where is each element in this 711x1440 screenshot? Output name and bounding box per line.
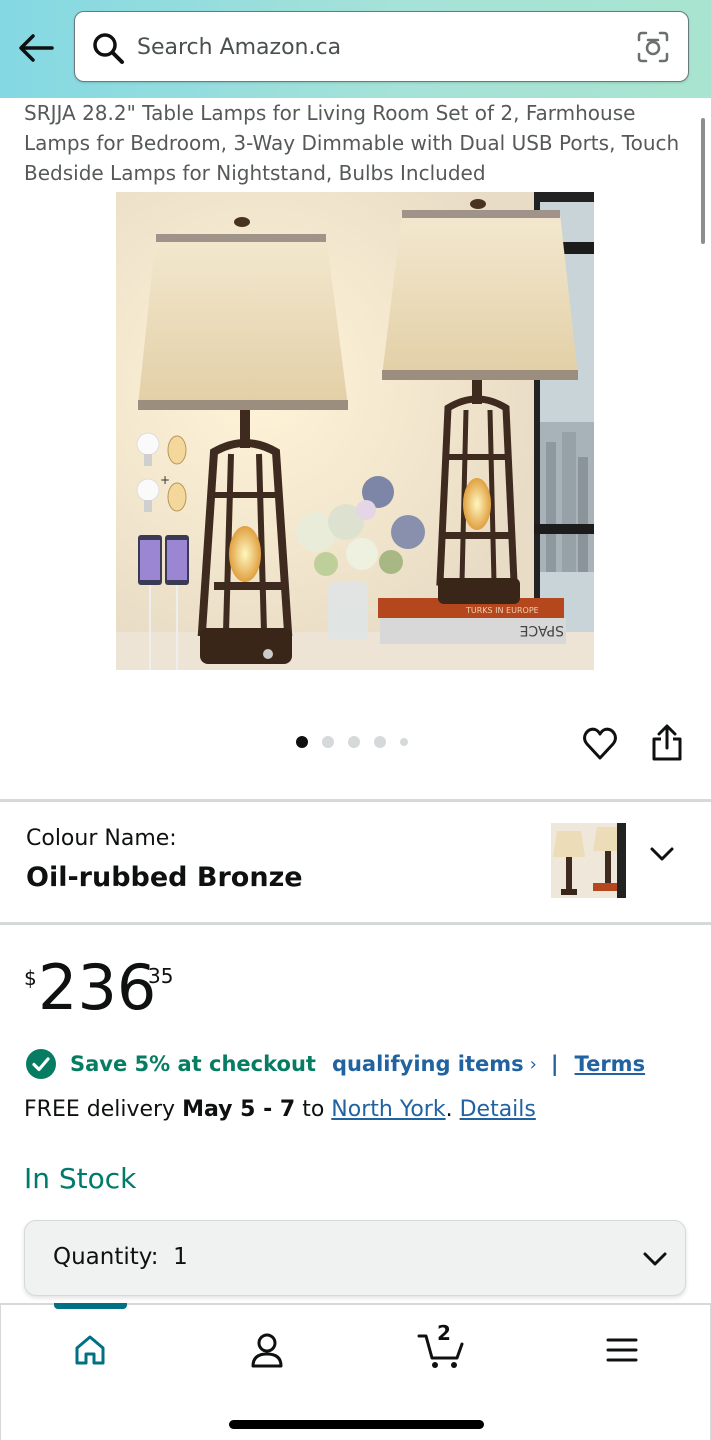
delivery-prefix: FREE delivery [24, 1097, 183, 1122]
share-icon[interactable] [650, 724, 684, 762]
account-icon [251, 1333, 283, 1368]
terms-link[interactable]: Terms [575, 1052, 646, 1076]
carousel-dot[interactable] [322, 736, 334, 748]
nav-cart[interactable]: 2 [417, 1321, 467, 1373]
checkmark-circle-icon [26, 1049, 56, 1079]
carousel-dot[interactable] [296, 736, 308, 748]
colour-label: Colour Name: [26, 826, 177, 851]
top-header: Search Amazon.ca [0, 0, 711, 98]
product-title[interactable]: SRJJA 28.2" Table Lamps for Living Room … [24, 98, 694, 188]
menu-icon [606, 1338, 638, 1362]
carousel-dot[interactable] [348, 736, 360, 748]
home-indicator[interactable] [229, 1420, 484, 1429]
colour-swatch-thumbnail[interactable] [551, 823, 626, 898]
chevron-down-icon[interactable] [648, 840, 676, 868]
promo-save-text: Save 5% at checkout [70, 1052, 316, 1076]
chevron-right-icon: › [529, 1053, 537, 1075]
price-currency: $ [24, 966, 37, 990]
wishlist-heart-icon[interactable] [582, 726, 618, 762]
delivery-info: FREE delivery May 5 - 7 to North York. D… [24, 1097, 536, 1122]
delivery-to: to [295, 1097, 332, 1122]
carousel-dots [296, 736, 408, 748]
cart-count-badge: 2 [437, 1321, 451, 1345]
qualifying-items-link[interactable]: qualifying items [332, 1052, 524, 1076]
delivery-space [453, 1097, 460, 1122]
section-divider [0, 922, 711, 925]
stock-status: In Stock [24, 1162, 137, 1195]
back-arrow-icon[interactable] [16, 28, 56, 68]
quantity-value: 1 [173, 1244, 188, 1270]
carousel-dot[interactable] [374, 736, 386, 748]
colour-value: Oil-rubbed Bronze [26, 862, 303, 893]
search-icon [93, 33, 124, 64]
delivery-dates: May 5 - 7 [182, 1097, 296, 1122]
search-input[interactable]: Search Amazon.ca [74, 11, 689, 82]
search-placeholder: Search Amazon.ca [137, 35, 342, 60]
delivery-location-link[interactable]: North York [331, 1097, 445, 1122]
price-fraction: 35 [148, 964, 174, 988]
bottom-nav: 2 [0, 1303, 711, 1440]
svg-text:+: + [160, 473, 170, 487]
scrollbar[interactable] [701, 118, 705, 244]
product-image[interactable]: + TURKS IN EUROPE SPACE [116, 192, 594, 670]
active-tab-indicator [54, 1303, 127, 1309]
promo-separator: | [550, 1052, 559, 1076]
delivery-details-link[interactable]: Details [460, 1097, 536, 1122]
nav-account[interactable] [242, 1327, 292, 1373]
book-text-1: TURKS IN EUROPE [465, 606, 539, 615]
quantity-dropdown[interactable]: Quantity: 1 [24, 1220, 686, 1296]
delivery-period: . [445, 1097, 453, 1122]
promo-row: Save 5% at checkout qualifying items › |… [26, 1048, 645, 1080]
quantity-label-text: Quantity: [53, 1244, 159, 1270]
chevron-down-icon [643, 1252, 667, 1266]
carousel-dot[interactable] [400, 738, 408, 746]
camera-search-icon[interactable] [636, 30, 670, 64]
home-icon [75, 1335, 105, 1365]
price-whole: 236 [38, 951, 157, 1024]
book-text-2: SPACE [520, 622, 564, 638]
section-divider [0, 799, 711, 802]
nav-home[interactable] [65, 1327, 115, 1373]
quantity-label: Quantity: 1 [53, 1244, 188, 1270]
nav-menu[interactable] [597, 1327, 647, 1373]
